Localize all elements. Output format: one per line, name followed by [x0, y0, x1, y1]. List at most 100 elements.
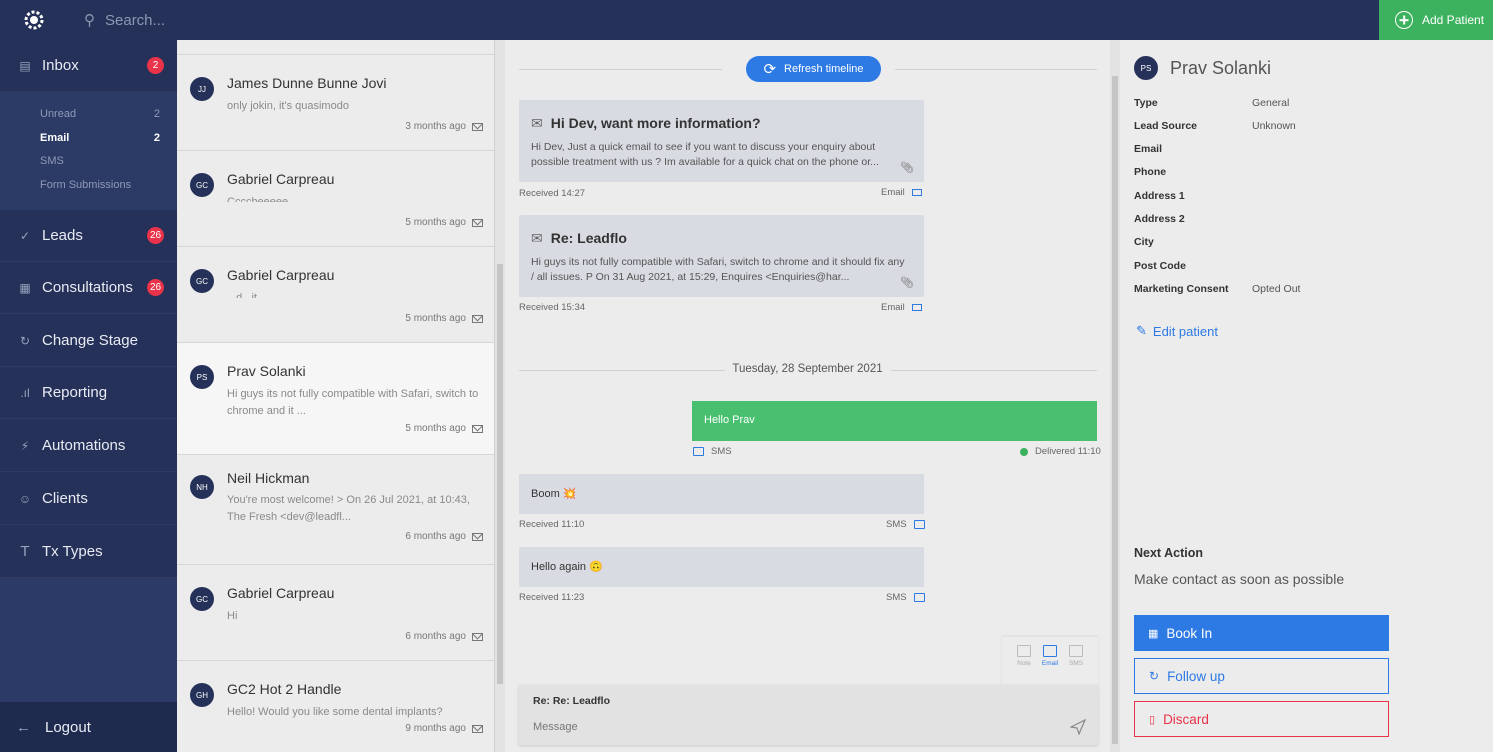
sms-icon [913, 593, 925, 602]
search-icon: ⚲ [84, 12, 95, 29]
sidebar-item-clients[interactable]: ☺ Clients [0, 473, 177, 525]
sync-icon: ↻ [19, 333, 31, 348]
tab-note[interactable]: Note [1010, 645, 1038, 667]
book-in-button[interactable]: ▦ Book In [1134, 615, 1389, 651]
email-card[interactable]: ✉ Re: Leadflo Hi guys its not fully compa… [519, 215, 924, 297]
composer-tabs: Note Email SMS [1002, 637, 1098, 687]
follow-up-button[interactable]: ↻ Follow up [1134, 658, 1389, 694]
date-separator: Tuesday, 28 September 2021 [732, 363, 883, 375]
attachment-icon: 📎︎ [900, 162, 914, 174]
scrollbar-thumb[interactable] [497, 264, 503, 684]
list-item-selected[interactable]: PS Prav Solanki Hi guys its not fully co… [177, 342, 494, 454]
list-item[interactable]: GC Gabriel Carpreau Ccccheeeee 5 months … [177, 150, 494, 246]
field-value: General [1252, 97, 1290, 109]
composer-subject[interactable]: Re: Re: Leadflo [533, 695, 610, 707]
sms-icon [693, 447, 704, 456]
email-icon [472, 532, 483, 541]
add-patient-button[interactable]: Add Patient [1379, 0, 1493, 40]
email-icon [472, 724, 483, 733]
email-subject: ✉ Hi Dev, want more information? [531, 115, 761, 131]
logout-button[interactable]: ← Logout [0, 702, 177, 752]
inbox-subnav: Unread 2 Email 2 SMS Form Submissions [0, 92, 177, 210]
incoming-message[interactable]: Boom 💥 [519, 474, 924, 514]
tab-email[interactable]: Email [1036, 645, 1064, 667]
divider [519, 69, 722, 70]
contact-name: James Dunne Bunne Jovi [227, 75, 387, 91]
conversation-list: JJ James Dunne Bunne Jovi only jokin, it… [177, 40, 495, 752]
follow-up-label: Follow up [1167, 668, 1225, 684]
tab-sms[interactable]: SMS [1062, 645, 1090, 667]
list-item[interactable]: GC Gabriel Carpreau Hi 6 months ago [177, 564, 494, 660]
arrow-left-icon: ← [16, 718, 31, 736]
text-icon: T [20, 543, 30, 560]
logo-icon[interactable] [20, 6, 48, 34]
received-time: Received 11:23 [519, 592, 585, 603]
sidebar-item-change-stage[interactable]: ↻ Change Stage [0, 315, 177, 367]
contact-name: Gabriel Carpreau [227, 585, 335, 601]
leads-count-badge: 26 [147, 227, 164, 244]
list-item[interactable]: JJ James Dunne Bunne Jovi only jokin, it… [177, 54, 494, 151]
timestamp: 5 months ago [405, 217, 483, 228]
patient-details-panel: PS Prav Solanki Type General Lead Source… [1120, 40, 1493, 752]
email-body: Hi Dev, Just a quick email to see if you… [531, 141, 879, 168]
avatar: JJ [190, 77, 214, 101]
channel-label: Email [881, 302, 922, 313]
refresh-timeline-button[interactable]: ⟳ Refresh timeline [746, 56, 881, 82]
list-item[interactable]: GH GC2 Hot 2 Handle Hello! Would you lik… [177, 660, 494, 752]
timestamp: 5 months ago [405, 423, 483, 434]
timestamp: 9 months ago [405, 723, 483, 734]
timestamp: 5 months ago [405, 313, 483, 324]
search-input[interactable]: Search... [105, 12, 165, 29]
edit-patient-link[interactable]: ✎ Edit patient [1136, 323, 1218, 339]
attachment-icon: 📎︎ [900, 277, 914, 289]
sidebar-item-label: Consultations [42, 279, 133, 296]
sidebar-item-automations[interactable]: ⚡︎ Automations [0, 420, 177, 472]
discard-button[interactable]: ▯ Discard [1134, 701, 1389, 737]
sidebar-item-tx-types[interactable]: T Tx Types [0, 526, 177, 578]
sidebar-item-label: Leads [42, 227, 83, 244]
list-item[interactable]: GC Gabriel Carpreau ...d...it... 5 month… [177, 246, 494, 342]
incoming-message[interactable]: Hello again 🙃 [519, 547, 924, 587]
outgoing-message[interactable]: Hello Prav [692, 401, 1097, 441]
subnav-item-unread[interactable]: Unread 2 [40, 108, 160, 120]
refresh-label: Refresh timeline [784, 63, 864, 75]
timeline-panel: ⟳ Refresh timeline ✉ Hi Dev, want more in… [505, 40, 1110, 752]
message-preview: Ccccheeeee [227, 196, 289, 202]
subnav-item-form-submissions[interactable]: Form Submissions [40, 179, 160, 191]
conversation-list-scrollbar[interactable] [495, 40, 505, 752]
next-action-text: Make contact as soon as possible [1134, 571, 1345, 587]
field-label: Lead Source [1134, 120, 1198, 132]
channel-label: Email [881, 187, 922, 198]
message-input[interactable]: Message [533, 721, 578, 733]
sync-icon: ↻ [1149, 669, 1160, 683]
sidebar-item-label: Inbox [42, 57, 79, 74]
field-value: Unknown [1252, 120, 1296, 132]
message-preview: Hi [227, 610, 238, 622]
scrollbar-thumb[interactable] [1112, 76, 1118, 744]
received-time: Received 15:34 [519, 302, 586, 313]
discard-label: Discard [1163, 711, 1209, 727]
field-label: Address 1 [1134, 190, 1185, 202]
subnav-item-sms[interactable]: SMS [40, 155, 160, 167]
delivery-status: Delivered 11:10 [1020, 446, 1101, 457]
email-icon [472, 122, 483, 131]
list-item[interactable]: NH Neil Hickman You're most welcome! > O… [177, 454, 494, 564]
sidebar: ▤ Inbox 2 Unread 2 Email 2 SMS Form Subm… [0, 40, 177, 752]
sidebar-item-reporting[interactable]: .ıl Reporting [0, 367, 177, 419]
message-preview: ...d...it... [227, 292, 267, 298]
send-icon[interactable] [1070, 719, 1086, 735]
field-label: Marketing Consent [1134, 283, 1229, 295]
email-card[interactable]: ✉ Hi Dev, want more information? Hi Dev, … [519, 100, 924, 182]
message-composer: Re: Re: Leadflo Message [519, 685, 1098, 745]
delivered-dot-icon [1020, 447, 1028, 456]
sidebar-item-leads[interactable]: ✓ Leads 26 [0, 210, 177, 262]
subnav-item-email[interactable]: Email 2 [40, 132, 160, 144]
sidebar-item-inbox[interactable]: ▤ Inbox 2 [0, 40, 177, 92]
trash-icon: ▯ [1149, 713, 1156, 726]
sidebar-item-consultations[interactable]: ▦ Consultations 26 [0, 262, 177, 314]
search-box[interactable]: ⚲ Search... [84, 11, 165, 30]
timeline-scrollbar[interactable] [1110, 40, 1120, 752]
edit-patient-label: Edit patient [1152, 323, 1218, 339]
refresh-icon: ⟳ [763, 61, 777, 78]
patient-header: PS Prav Solanki [1134, 56, 1271, 80]
